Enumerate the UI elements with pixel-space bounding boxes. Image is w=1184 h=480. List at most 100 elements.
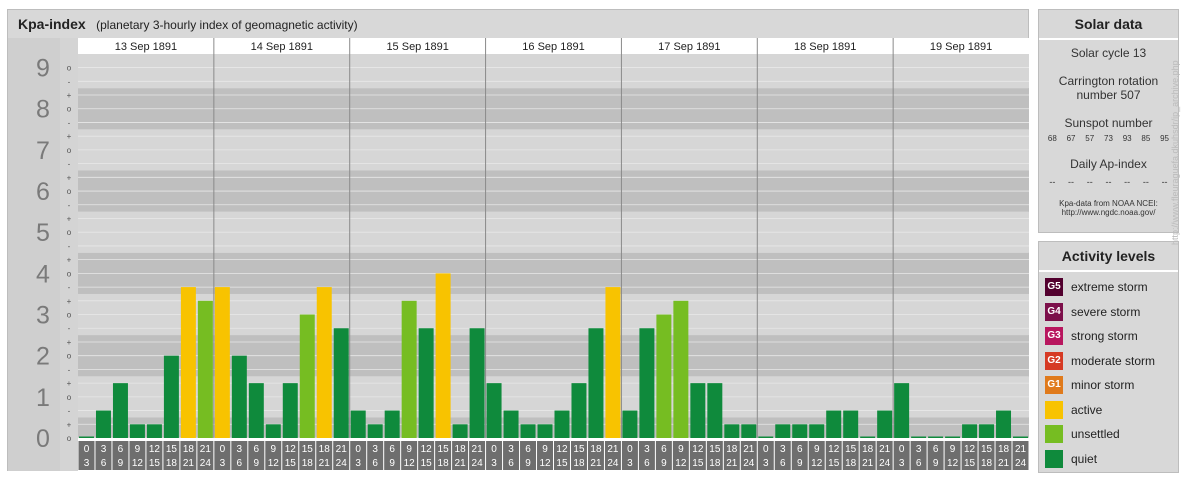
interval-start-label: 21 [472,444,484,455]
credit-text: http://www.fleuraguefa.dkuhsdr/ip_archiv… [1170,60,1180,245]
interval-start-label: 0 [84,444,90,455]
interval-start-label: 6 [797,444,803,455]
activity-level-item: G2 moderate storm [1039,349,1178,374]
sunspot-value: 85 [1141,134,1151,143]
interval-end-label: 6 [372,458,378,469]
interval-start-label: 18 [319,444,331,455]
interval-end-label: 15 [285,458,297,469]
y-tick-label: 0 [36,425,50,453]
interval-end-label: 12 [404,458,416,469]
sunspot-values: 68 67 57 73 93 85 95 [1039,134,1178,143]
kp-bar [605,287,621,438]
activity-level-swatch: G3 [1045,327,1063,346]
sunspot-value: 93 [1122,134,1132,143]
activity-levels-list: G5 extreme storm G4 severe storm G3 strong st… [1039,272,1178,471]
kp-bar [673,300,689,438]
interval-start-label: 18 [726,444,738,455]
interval-start-label: 15 [709,444,721,455]
activity-level-label: severe storm [1071,304,1141,319]
kp-bar [503,410,519,438]
interval-start-label: 9 [678,444,684,455]
kp-bar [248,383,264,438]
ap-value: -- [1124,177,1131,187]
interval-end-label: 24 [1015,458,1027,469]
day-label: 15 Sep 1891 [386,41,448,53]
interval-start-label: 3 [101,444,107,455]
kp-bar [520,424,536,438]
kp-bar [350,410,366,438]
kpa-chart-panel: Kpa-index (planetary 3-hourly index of g… [7,9,1029,471]
interval-end-label: 3 [627,458,633,469]
kp-bar [758,436,774,438]
ap-value: -- [1049,177,1056,187]
interval-start-label: 15 [302,444,314,455]
interval-end-label: 21 [726,458,738,469]
sunspot-value: 68 [1047,134,1057,143]
y-minor-tick-label: - [68,407,71,416]
y-tick-label: 7 [36,137,50,165]
y-minor-tick-label: o [67,269,72,278]
kp-bar [741,424,757,438]
interval-start-label: 3 [237,444,243,455]
interval-start-label: 0 [355,444,361,455]
interval-end-label: 24 [607,458,619,469]
kp-bar [792,424,808,438]
y-axis-column [8,38,60,471]
interval-end-label: 3 [355,458,361,469]
activity-level-item: quiet [1039,447,1178,472]
interval-end-label: 21 [455,458,467,469]
source-line-2: http://www.ngdc.noaa.gov/ [1061,208,1156,217]
interval-end-label: 21 [998,458,1010,469]
activity-level-label: minor storm [1071,378,1135,393]
solar-data-panel: Solar data Solar cycle 13 Carrington rot… [1038,9,1179,233]
activity-level-label: quiet [1071,451,1098,466]
kp-bar [962,424,978,438]
day-label: 19 Sep 1891 [930,41,992,53]
interval-end-label: 6 [916,458,922,469]
kp-bar [775,424,791,438]
interval-start-label: 15 [166,444,178,455]
ap-value: -- [1086,177,1093,187]
kp-bar [384,410,400,438]
interval-end-label: 3 [899,458,905,469]
activity-level-swatch [1045,425,1063,444]
kp-bar [843,410,859,438]
interval-end-label: 9 [933,458,939,469]
interval-start-label: 18 [998,444,1010,455]
y-minor-tick-label: o [67,64,72,73]
interval-start-label: 6 [254,444,260,455]
interval-end-label: 21 [862,458,874,469]
interval-start-label: 0 [763,444,769,455]
kp-bar [333,328,349,438]
kp-bar [418,328,434,438]
activity-level-swatch: G4 [1045,302,1063,321]
y-minor-tick-label: - [68,365,71,374]
kp-bar [282,383,298,438]
interval-start-label: 6 [661,444,667,455]
interval-end-label: 6 [101,458,107,469]
solar-data-heading: Solar data [1039,10,1178,40]
kp-bar [537,424,553,438]
carrington-line-2: number 507 [1076,88,1141,102]
activity-level-item: G1 minor storm [1039,373,1178,398]
y-minor-tick-label: o [67,187,72,196]
interval-end-label: 6 [644,458,650,469]
interval-start-label: 3 [780,444,786,455]
kp-bar [265,424,281,438]
interval-end-label: 15 [556,458,568,469]
kp-bar [469,328,485,438]
activity-levels-panel: Activity levels G5 extreme storm G4 severe … [1038,241,1179,473]
interval-end-label: 18 [709,458,721,469]
interval-start-label: 12 [285,444,297,455]
day-label: 18 Sep 1891 [794,41,856,53]
interval-start-label: 18 [183,444,195,455]
interval-end-label: 18 [573,458,585,469]
kp-bar [894,383,910,438]
interval-end-label: 9 [254,458,260,469]
band [78,54,1029,89]
y-tick-label: 4 [36,260,50,288]
y-minor-tick-label: o [67,434,72,443]
interval-end-label: 12 [947,458,959,469]
kp-bar [656,314,672,438]
interval-start-label: 6 [525,444,531,455]
